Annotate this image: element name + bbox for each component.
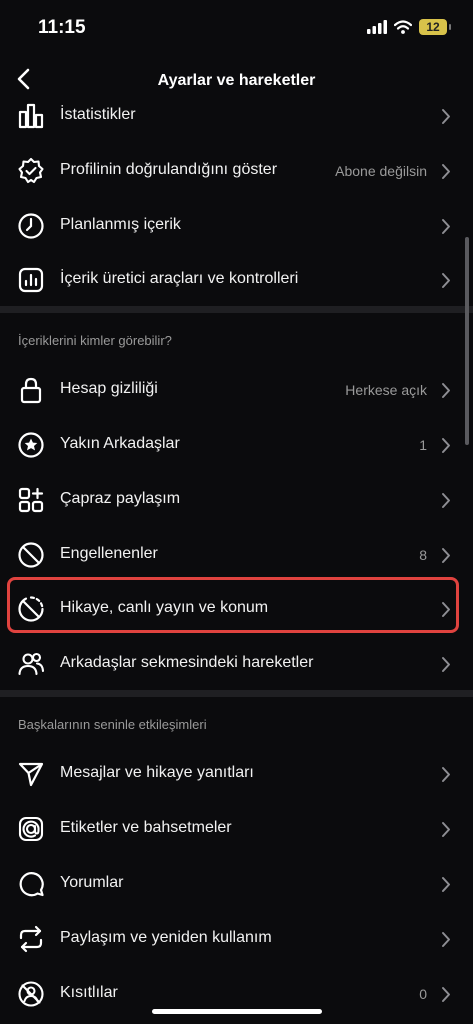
row-label: Mesajlar ve hikaye yanıtları	[60, 764, 254, 781]
people-icon	[17, 650, 45, 678]
block-icon	[17, 541, 45, 569]
row-messages[interactable]: Mesajlar ve hikaye yanıtları	[0, 747, 473, 801]
row-value: 8	[419, 547, 427, 563]
comment-icon	[17, 870, 45, 898]
restricted-icon	[17, 980, 45, 1008]
row-tags-mentions[interactable]: Etiketler ve bahsetmeler	[0, 802, 473, 856]
row-label: Hesap gizliliği	[60, 380, 158, 397]
clock-icon	[17, 212, 45, 240]
at-icon	[17, 815, 45, 843]
row-label: Yorumlar	[60, 874, 124, 891]
status-icons: 12	[367, 19, 451, 35]
grid-plus-icon	[17, 486, 45, 514]
row-label: Profilinin doğrulandığını göster	[60, 161, 278, 178]
row-label: İstatistikler	[60, 106, 136, 123]
row-blocked[interactable]: Engellenenler 8	[0, 528, 473, 582]
battery-icon: 12	[419, 19, 451, 35]
section-header-who-can-see: İçeriklerini kimler görebilir?	[18, 333, 172, 348]
home-indicator	[152, 1009, 322, 1014]
row-creator-tools[interactable]: İçerik üretici araçları ve kontrolleri	[0, 253, 473, 307]
row-label: Yakın Arkadaşlar	[60, 435, 180, 452]
row-verified[interactable]: Profilinin doğrulandığını göster Abone d…	[0, 144, 473, 198]
scrollbar[interactable]	[465, 237, 469, 445]
row-sharing-reuse[interactable]: Paylaşım ve yeniden kullanım	[0, 912, 473, 966]
row-label: Engellenenler	[60, 545, 158, 562]
repost-icon	[17, 925, 45, 953]
row-label: Planlanmış içerik	[60, 216, 181, 233]
section-divider	[0, 306, 473, 313]
signal-icon	[367, 20, 387, 34]
status-bar: 11:15 12	[0, 0, 473, 56]
row-friends-tab-activity[interactable]: Arkadaşlar sekmesindeki hareketler	[0, 637, 473, 691]
bar-chart-icon	[17, 102, 45, 130]
section-divider	[0, 690, 473, 697]
chevron-right-icon	[441, 876, 451, 893]
row-label: İçerik üretici araçları ve kontrolleri	[60, 270, 299, 287]
row-value: 0	[419, 986, 427, 1002]
row-value: Abone değilsin	[335, 163, 427, 179]
creator-chart-icon	[17, 266, 45, 294]
row-close-friends[interactable]: Yakın Arkadaşlar 1	[0, 418, 473, 472]
row-value: 1	[419, 437, 427, 453]
star-circle-icon	[17, 431, 45, 459]
chevron-right-icon	[441, 766, 451, 783]
chevron-right-icon	[441, 108, 451, 125]
chevron-right-icon	[441, 656, 451, 673]
wifi-icon	[394, 20, 412, 34]
chevron-right-icon	[441, 382, 451, 399]
chevron-right-icon	[441, 437, 451, 454]
highlight-box	[7, 577, 459, 633]
row-label: Çapraz paylaşım	[60, 490, 181, 507]
row-account-privacy[interactable]: Hesap gizliliği Herkese açık	[0, 363, 473, 417]
chevron-right-icon	[441, 821, 451, 838]
page-title: Ayarlar ve hareketler	[157, 72, 316, 89]
row-scheduled[interactable]: Planlanmış içerik	[0, 199, 473, 253]
chevron-right-icon	[441, 547, 451, 564]
chevron-right-icon	[441, 986, 451, 1003]
row-crossposting[interactable]: Çapraz paylaşım	[0, 473, 473, 527]
row-label: Kısıtlılar	[60, 984, 118, 1001]
send-icon	[17, 760, 45, 788]
verified-badge-icon	[17, 157, 45, 185]
status-time: 11:15	[38, 17, 86, 38]
chevron-right-icon	[441, 492, 451, 509]
row-value: Herkese açık	[345, 382, 427, 398]
row-label: Etiketler ve bahsetmeler	[60, 819, 232, 836]
row-label: Arkadaşlar sekmesindeki hareketler	[60, 654, 314, 671]
row-statistics[interactable]: İstatistikler	[0, 89, 473, 143]
row-label: Paylaşım ve yeniden kullanım	[60, 929, 272, 946]
lock-icon	[17, 376, 45, 404]
row-comments[interactable]: Yorumlar	[0, 857, 473, 911]
chevron-right-icon	[441, 931, 451, 948]
chevron-right-icon	[441, 163, 451, 180]
section-header-interactions: Başkalarının seninle etkileşimleri	[18, 717, 207, 732]
chevron-right-icon	[441, 272, 451, 289]
chevron-right-icon	[441, 218, 451, 235]
battery-level: 12	[426, 20, 440, 34]
